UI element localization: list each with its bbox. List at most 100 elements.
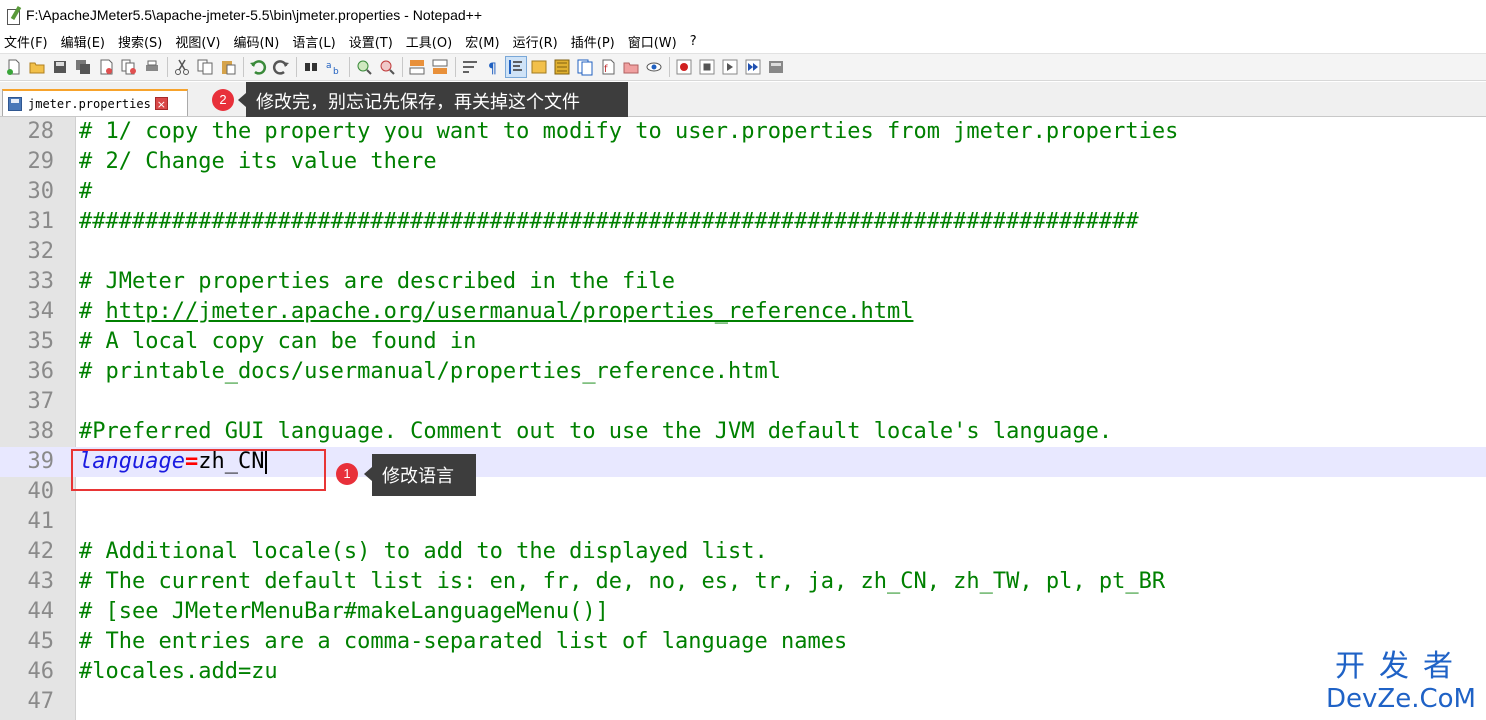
line-number: 46 (27, 659, 55, 684)
print-icon[interactable] (142, 57, 162, 77)
line-text: # Additional locale(s) to add to the dis… (79, 539, 768, 564)
line-text: # printable_docs/usermanual/properties_r… (79, 359, 781, 384)
watermark-cn: 开发者 (1335, 649, 1467, 684)
play-macro-icon[interactable] (720, 57, 740, 77)
line-text: #Preferred GUI language. Comment out to … (79, 419, 1113, 444)
menu-encoding[interactable]: 编码(N) (233, 32, 279, 51)
line-text: # http://jmeter.apache.org/usermanual/pr… (79, 297, 913, 327)
toolbar-separator (296, 57, 297, 77)
menu-help[interactable]: ? (690, 34, 697, 49)
window-title: F:\ApacheJMeter5.5\apache-jmeter-5.5\bin… (26, 7, 483, 23)
line-text: # JMeter properties are described in the… (79, 269, 676, 294)
function-list-icon[interactable] (575, 57, 595, 77)
run-macro-multiple-icon[interactable] (743, 57, 763, 77)
undo-icon[interactable] (248, 57, 268, 77)
line-number: 31 (27, 209, 55, 234)
code-line: 46 #locales.add=zu (0, 657, 1486, 687)
document-map-icon[interactable] (552, 57, 572, 77)
cut-icon[interactable] (172, 57, 192, 77)
save-macro-icon[interactable] (766, 57, 786, 77)
line-text: # The current default list is: en, fr, d… (79, 569, 1166, 594)
redo-icon[interactable] (271, 57, 291, 77)
menu-file[interactable]: 文件(F) (4, 32, 48, 51)
code-line: 47 (0, 687, 1486, 717)
toolbar-separator (402, 57, 403, 77)
line-number: 43 (27, 569, 55, 594)
menu-window[interactable]: 窗口(W) (628, 32, 677, 51)
line-number: 29 (27, 149, 55, 174)
code-line: 45 # The entries are a comma-separated li… (0, 627, 1486, 657)
watermark: 开发者 DevZe.CoM (1326, 649, 1476, 715)
sync-horizontal-icon[interactable] (430, 57, 450, 77)
line-number: 36 (27, 359, 55, 384)
code-line: 35 # A local copy can be found in (0, 327, 1486, 357)
callout-2-number: 2 (212, 89, 234, 111)
code-line: 31 ######################################… (0, 207, 1486, 237)
menu-macro[interactable]: 宏(M) (465, 32, 499, 51)
tab-label: jmeter.properties (28, 96, 151, 111)
find-icon[interactable] (301, 57, 321, 77)
editor-area[interactable]: 28 # 1/ copy the property you want to mod… (0, 117, 1486, 720)
line-number: 44 (27, 599, 55, 624)
show-all-chars-icon[interactable]: ¶ (483, 57, 503, 77)
svg-text:b: b (333, 67, 339, 76)
svg-text:f: f (604, 64, 608, 75)
indent-guide-icon[interactable] (505, 56, 527, 78)
notepadpp-app-icon (6, 5, 22, 25)
line-number: 41 (27, 509, 55, 534)
copy-icon[interactable] (195, 57, 215, 77)
udl-icon[interactable] (529, 57, 549, 77)
folder-icon[interactable] (621, 57, 641, 77)
comment-prefix: # (79, 299, 106, 324)
code-line: 32 (0, 237, 1486, 267)
close-icon[interactable] (96, 57, 116, 77)
paste-icon[interactable] (218, 57, 238, 77)
watermark-en: DevZe.CoM (1326, 684, 1476, 714)
menu-plugins[interactable]: 插件(P) (571, 32, 615, 51)
line-number: 32 (27, 239, 55, 264)
code-line: 44 # [see JMeterMenuBar#makeLanguageMenu(… (0, 597, 1486, 627)
menu-settings[interactable]: 设置(T) (349, 32, 393, 51)
stop-macro-icon[interactable] (697, 57, 717, 77)
record-macro-icon[interactable] (674, 57, 694, 77)
menu-view[interactable]: 视图(V) (175, 32, 220, 51)
menu-language[interactable]: 语言(L) (292, 32, 335, 51)
menu-edit[interactable]: 编辑(E) (61, 32, 105, 51)
tab-jmeter-properties[interactable]: jmeter.properties × (2, 89, 188, 116)
code-line: 30 # (0, 177, 1486, 207)
line-text: # 2/ Change its value there (79, 149, 437, 174)
line-number: 33 (27, 269, 55, 294)
zoom-in-icon[interactable] (354, 57, 374, 77)
highlight-box (71, 449, 326, 491)
word-wrap-icon[interactable] (460, 57, 480, 77)
url-link[interactable]: http://jmeter.apache.org/usermanual/prop… (106, 299, 914, 324)
menu-search[interactable]: 搜索(S) (118, 32, 162, 51)
folder-as-workspace-icon[interactable]: f (598, 57, 618, 77)
toolbar-separator (669, 57, 670, 77)
code-line: 41 (0, 507, 1486, 537)
menu-tools[interactable]: 工具(O) (406, 32, 452, 51)
line-text: ########################################… (79, 209, 1139, 234)
line-text: # (79, 179, 93, 204)
callout-2-pointer (238, 93, 246, 107)
line-number: 45 (27, 629, 55, 654)
title-bar: F:\ApacheJMeter5.5\apache-jmeter-5.5\bin… (0, 0, 1486, 30)
new-file-icon[interactable] (4, 57, 24, 77)
line-text: # The entries are a comma-separated list… (79, 629, 848, 654)
line-text: # A local copy can be found in (79, 329, 477, 354)
menu-run[interactable]: 运行(R) (513, 32, 558, 51)
close-all-icon[interactable] (119, 57, 139, 77)
sync-vertical-icon[interactable] (407, 57, 427, 77)
replace-icon[interactable]: ab (324, 57, 344, 77)
line-text: #locales.add=zu (79, 659, 278, 684)
save-icon[interactable] (50, 57, 70, 77)
save-all-icon[interactable] (73, 57, 93, 77)
open-file-icon[interactable] (27, 57, 47, 77)
monitoring-icon[interactable] (644, 57, 664, 77)
svg-text:¶: ¶ (488, 61, 497, 76)
tab-close-icon[interactable]: × (154, 97, 168, 111)
line-text: # 1/ copy the property you want to modif… (79, 119, 1179, 144)
zoom-out-icon[interactable] (377, 57, 397, 77)
line-number: 47 (27, 689, 55, 714)
toolbar-separator (455, 57, 456, 77)
